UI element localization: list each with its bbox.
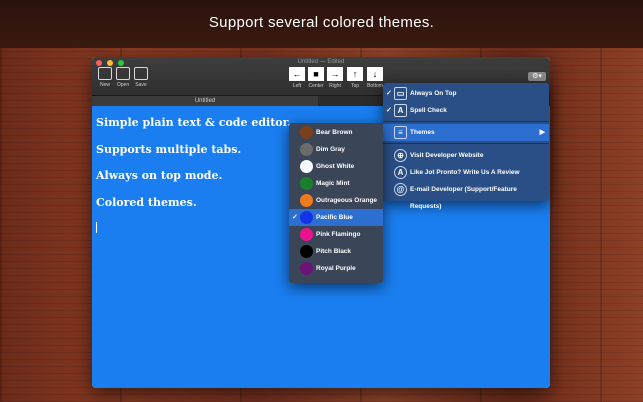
checkmark-icon: ✓ (386, 107, 392, 114)
bottom-label: Bottom (367, 83, 383, 89)
align-right-icon: → (327, 67, 343, 81)
color-swatch-icon (300, 160, 313, 173)
window-title: Untitled — Edited (297, 59, 345, 65)
editor-line: Always on top mode. (96, 169, 223, 182)
menu-item-email-developer[interactable]: @ E-mail Developer (Support/Feature Requ… (383, 181, 549, 210)
themes-icon: ≡ (394, 126, 407, 139)
color-swatch-icon (300, 262, 313, 275)
new-label: New (99, 82, 110, 88)
editor-line: Colored themes. (96, 196, 197, 209)
gear-dropdown-menu: ✓ ▭ Always On Top ✓ A Spell Check ≡ Them… (383, 83, 549, 210)
floppy-disk-icon (134, 67, 148, 80)
new-document-icon (98, 67, 112, 80)
theme-item-pink-flamingo[interactable]: Pink Flamingo (289, 226, 383, 243)
top-label: Top (350, 83, 360, 89)
theme-item-outrageous-orange[interactable]: Outrageous Orange (289, 192, 383, 209)
theme-item-royal-purple[interactable]: Royal Purple (289, 260, 383, 277)
folder-icon (116, 67, 130, 80)
align-left-icon: ← (289, 67, 305, 81)
gear-menu-button[interactable]: ⚙▾ (528, 72, 546, 81)
align-bottom-button[interactable]: ↓ Bottom (365, 67, 385, 89)
themes-submenu: Bear Brown Dim Gray Ghost White Magic Mi… (289, 123, 383, 283)
align-top-button[interactable]: ↑ Top (345, 67, 365, 89)
color-swatch-icon (300, 245, 313, 258)
theme-item-bear-brown[interactable]: Bear Brown (289, 124, 383, 141)
spellcheck-icon: A (394, 104, 407, 117)
text-caret (96, 222, 97, 233)
menu-separator (383, 121, 549, 122)
menu-item-themes[interactable]: ≡ Themes ▶ (383, 124, 549, 141)
submenu-arrow-icon: ▶ (539, 129, 545, 136)
save-button[interactable]: Save (130, 67, 152, 88)
left-label: Left (292, 83, 302, 89)
color-swatch-icon (300, 194, 313, 207)
appstore-icon: A (394, 166, 407, 179)
menu-item-always-on-top[interactable]: ✓ ▭ Always On Top (383, 85, 549, 102)
theme-item-dim-gray[interactable]: Dim Gray (289, 141, 383, 158)
theme-item-ghost-white[interactable]: Ghost White (289, 158, 383, 175)
right-label: Right (329, 83, 341, 89)
color-swatch-icon (300, 143, 313, 156)
color-swatch-icon (300, 177, 313, 190)
color-swatch-icon (300, 228, 313, 241)
window-icon: ▭ (394, 87, 407, 100)
menu-item-write-review[interactable]: A Like Jot Pronto? Write Us A Review (383, 164, 549, 181)
align-left-button[interactable]: ← Left (287, 67, 307, 89)
editor-line: Simple plain text & code editor. (96, 116, 292, 129)
align-bottom-icon: ↓ (367, 67, 383, 81)
menu-separator (383, 143, 549, 144)
headline: Support several colored themes. (208, 14, 435, 31)
gear-icon: ⚙▾ (532, 73, 542, 80)
menu-item-spell-check[interactable]: ✓ A Spell Check (383, 102, 549, 119)
center-label: Center (308, 83, 324, 89)
menu-item-visit-website[interactable]: ⊕ Visit Developer Website (383, 147, 549, 164)
align-center-button[interactable]: ■ Center (306, 67, 326, 89)
theme-item-pacific-blue[interactable]: ✓ Pacific Blue (289, 209, 383, 226)
checkmark-icon: ✓ (386, 90, 392, 97)
align-center-icon: ■ (308, 67, 324, 81)
open-label: Open (116, 82, 130, 88)
color-swatch-icon (300, 126, 313, 139)
at-icon: @ (394, 183, 407, 196)
align-top-icon: ↑ (347, 67, 363, 81)
tab-untitled[interactable]: Untitled (92, 96, 318, 106)
editor-line: Supports multiple tabs. (96, 143, 242, 156)
align-right-button[interactable]: → Right (325, 67, 345, 89)
checkmark-icon: ✓ (292, 214, 298, 221)
theme-item-magic-mint[interactable]: Magic Mint (289, 175, 383, 192)
globe-icon: ⊕ (394, 149, 407, 162)
theme-item-pitch-black[interactable]: Pitch Black (289, 243, 383, 260)
color-swatch-icon (300, 211, 313, 224)
save-label: Save (135, 82, 147, 88)
